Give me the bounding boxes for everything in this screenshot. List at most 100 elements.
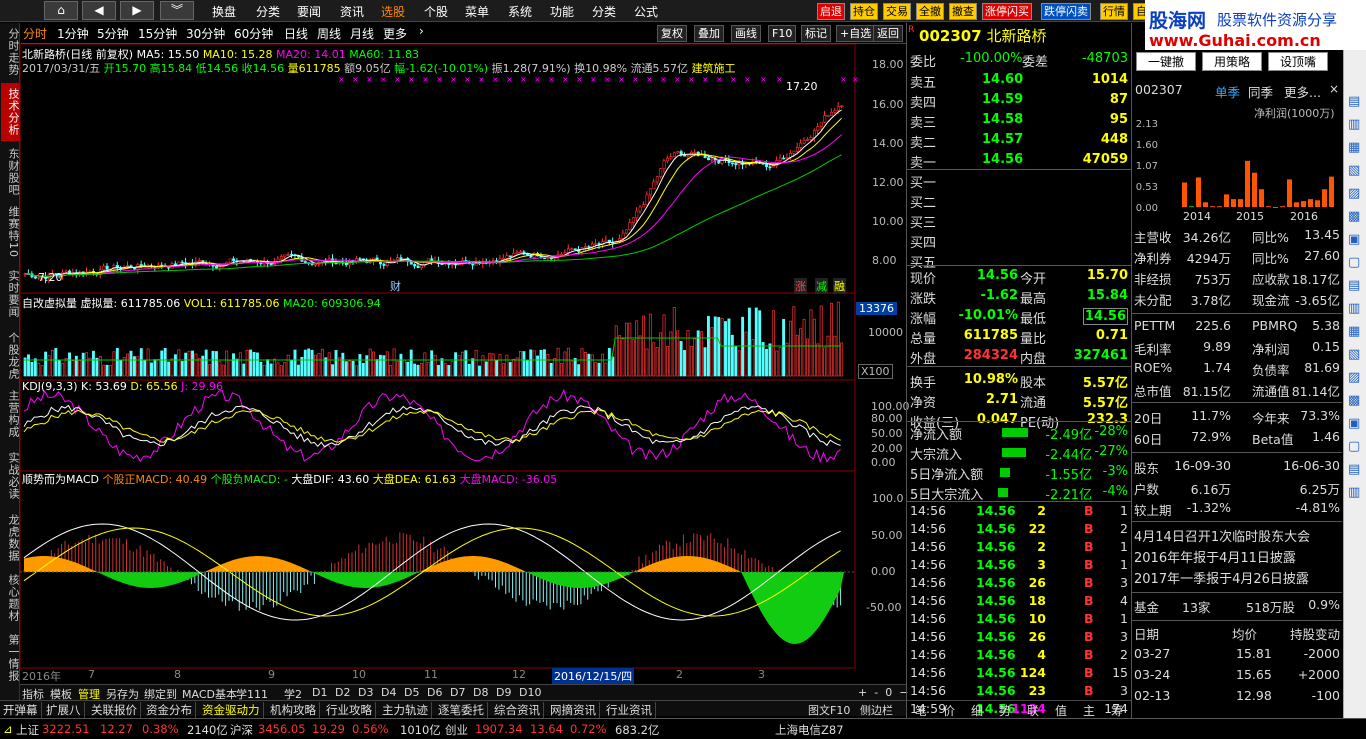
indicator-tab-9[interactable]: D2	[335, 686, 350, 699]
period-tab-6[interactable]: 日线	[284, 25, 308, 42]
feature-tab-9[interactable]: 综合资讯	[494, 702, 544, 718]
tool-button-1[interactable]: 叠加	[694, 25, 724, 42]
tool-button-6[interactable]: 返回	[873, 25, 903, 42]
side-tool-icon[interactable]: ▩	[1348, 209, 1360, 224]
menu-4[interactable]: 选股	[381, 3, 405, 20]
f10-button[interactable]: 图文F10	[808, 702, 850, 718]
menu-10[interactable]: 公式	[634, 3, 658, 20]
home-button[interactable]: ⌂	[44, 1, 78, 20]
period-tab-5[interactable]: 60分钟	[234, 25, 273, 42]
zhang-mark[interactable]: 涨	[794, 278, 807, 294]
back-button[interactable]: ◀	[82, 1, 116, 20]
quote-tab-7[interactable]: 筹	[1111, 702, 1123, 719]
period-tab-0[interactable]: 分时	[23, 25, 47, 42]
feature-tab-7[interactable]: 主力轨迹	[382, 702, 432, 718]
feature-tab-2[interactable]: 关联报价	[91, 702, 141, 718]
quick-button-0[interactable]: 启退	[817, 3, 845, 20]
feature-tab-11[interactable]: 行业资讯	[606, 702, 656, 718]
period-tab-9[interactable]: 更多	[383, 25, 407, 42]
menu-1[interactable]: 分类	[256, 3, 280, 20]
zoom-in-button[interactable]: +	[858, 686, 867, 699]
leftnav-item-5[interactable]: 个股龙虎	[1, 327, 20, 385]
side-tool-icon[interactable]: ▥	[1348, 117, 1360, 132]
fin-button-0[interactable]: 一键撤	[1136, 52, 1196, 71]
leftnav-item-10[interactable]: 第一情报	[1, 629, 20, 687]
notice-link[interactable]: 4月14日召开1次临时股东大会	[1134, 526, 1310, 545]
quick-button-5[interactable]: 涨停闪买	[982, 3, 1032, 20]
indicator-tab-12[interactable]: D5	[404, 686, 419, 699]
side-tool-icon[interactable]: ▣	[1348, 232, 1360, 247]
side-tool-icon[interactable]: ▨	[1348, 186, 1360, 201]
fin-tab-0[interactable]: 单季	[1215, 82, 1240, 101]
leftnav-item-9[interactable]: 核心题材	[1, 569, 20, 627]
side-tool-icon[interactable]: ▨	[1348, 370, 1360, 385]
feature-tab-1[interactable]: 扩展八	[46, 702, 85, 718]
menu-0[interactable]: 换盘	[212, 3, 236, 20]
quick-button-7[interactable]: 行情	[1100, 3, 1128, 20]
side-tool-icon[interactable]: ▤	[1348, 94, 1360, 109]
tool-button-0[interactable]: 复权	[657, 25, 687, 42]
collapse-button[interactable]: ︾	[160, 1, 194, 20]
side-tool-icon[interactable]: ▣	[1348, 416, 1360, 431]
indicator-tab-16[interactable]: D9	[496, 686, 511, 699]
rong-mark[interactable]: 融	[833, 278, 846, 294]
fin-tab-1[interactable]: 同季	[1248, 82, 1273, 101]
cai-mark[interactable]: 财	[390, 278, 401, 294]
notice-link[interactable]: 2016年年报于4月11日披露	[1134, 547, 1296, 566]
leftnav-item-3[interactable]: 维赛特10	[1, 203, 20, 261]
leftnav-item-7[interactable]: 实战必读	[1, 447, 20, 505]
quote-tab-3[interactable]: 势	[999, 702, 1011, 719]
quick-button-3[interactable]: 全撤	[916, 3, 944, 20]
feature-tab-5[interactable]: 机构攻略	[270, 702, 320, 718]
indicator-tab-11[interactable]: D4	[381, 686, 396, 699]
tool-button-5[interactable]: +自选	[836, 25, 876, 42]
feature-tab-4[interactable]: 资金驱动力	[202, 702, 264, 718]
feature-tab-0[interactable]: 开弹幕	[3, 702, 42, 718]
menu-8[interactable]: 功能	[550, 3, 574, 20]
zoom-reset-button[interactable]: 0	[885, 686, 892, 699]
leftnav-item-6[interactable]: 主营构成	[1, 385, 20, 443]
feature-tab-8[interactable]: 逐笔委托	[438, 702, 488, 718]
feature-tab-10[interactable]: 网摘资讯	[550, 702, 600, 718]
side-tool-icon[interactable]: ▧	[1348, 163, 1360, 178]
tool-button-4[interactable]: 标记	[801, 25, 831, 42]
quote-tab-0[interactable]: 笔	[915, 702, 927, 719]
kline-chart[interactable]: × × × × × × × × × × × × × × × × × × × × × × × × × × × × × × × × × ×	[20, 44, 906, 684]
indicator-tab-10[interactable]: D3	[358, 686, 373, 699]
side-tool-icon[interactable]: ▥	[1348, 485, 1360, 500]
leftnav-item-8[interactable]: 龙虎数据	[1, 509, 20, 567]
leftnav-item-2[interactable]: 东财股吧	[1, 143, 20, 201]
quick-button-2[interactable]: 交易	[883, 3, 911, 20]
forward-button[interactable]: ▶	[120, 1, 154, 20]
tool-button-2[interactable]: 画线	[731, 25, 761, 42]
period-tab-7[interactable]: 周线	[317, 25, 341, 42]
side-tool-icon[interactable]: ▧	[1348, 347, 1360, 362]
fin-tab-2[interactable]: 更多...	[1284, 82, 1321, 101]
side-tool-icon[interactable]: ▢	[1348, 439, 1360, 454]
quote-tab-1[interactable]: 价	[943, 702, 955, 719]
feature-tab-6[interactable]: 行业攻略	[326, 702, 376, 718]
side-tool-icon[interactable]: ▤	[1348, 462, 1360, 477]
quick-button-1[interactable]: 持仓	[850, 3, 878, 20]
side-tool-icon[interactable]: ▥	[1348, 301, 1360, 316]
fin-button-1[interactable]: 用策略	[1202, 52, 1262, 71]
indicator-tab-13[interactable]: D6	[427, 686, 442, 699]
menu-6[interactable]: 菜单	[465, 3, 489, 20]
fin-button-2[interactable]: 设顶嘴	[1268, 52, 1328, 71]
jian-mark[interactable]: 减	[815, 278, 828, 294]
side-tool-icon[interactable]: ▦	[1348, 140, 1360, 155]
period-tab-8[interactable]: 月线	[350, 25, 374, 42]
tool-button-3[interactable]: F10	[768, 25, 797, 42]
quote-tab-4[interactable]: 联	[1027, 702, 1039, 719]
zoom-out-button[interactable]: -	[874, 686, 878, 699]
quote-tab-5[interactable]: 值	[1055, 702, 1067, 719]
quick-button-6[interactable]: 跌停闪卖	[1041, 3, 1091, 20]
menu-7[interactable]: 系统	[508, 3, 532, 20]
indicator-tab-17[interactable]: D10	[519, 686, 541, 699]
feature-tab-3[interactable]: 资金分布	[146, 702, 196, 718]
period-tab-1[interactable]: 1分钟	[57, 25, 89, 42]
side-tool-icon[interactable]: ▦	[1348, 324, 1360, 339]
period-tab-2[interactable]: 5分钟	[97, 25, 129, 42]
menu-2[interactable]: 要闻	[297, 3, 321, 20]
quick-button-4[interactable]: 撤查	[949, 3, 977, 20]
